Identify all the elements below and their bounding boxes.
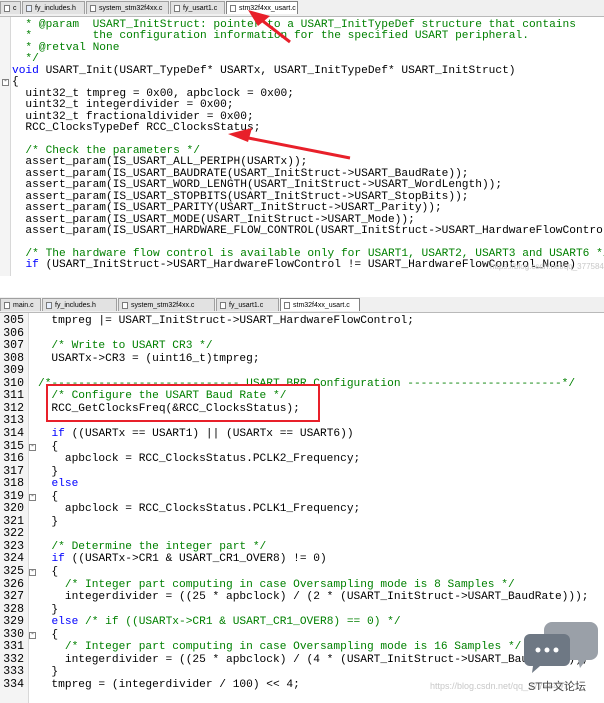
arrow-to-active-tab [248,10,291,44]
forum-logo-text: ST中文论坛 [528,681,587,693]
arrow-to-clocks-status [228,128,351,160]
annotation-arrows [228,10,351,160]
chat-bubble-icon [524,622,598,673]
